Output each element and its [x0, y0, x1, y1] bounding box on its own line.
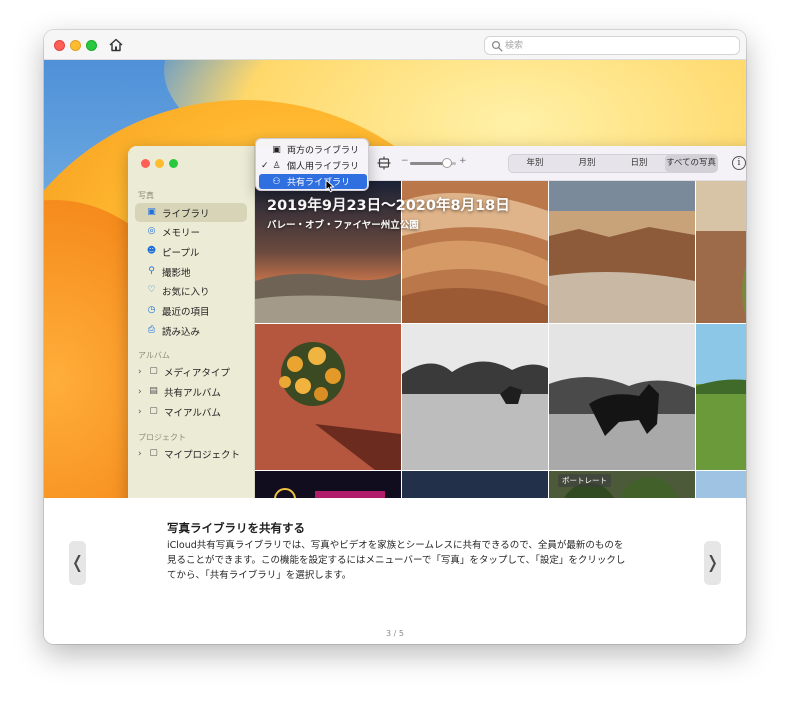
- tips-window: 写真 ▣ ライブラリ ◎ メモリー ☻ ピープル ⚲ 撮影地: [44, 30, 746, 644]
- zoom-slider[interactable]: [410, 158, 456, 168]
- tip-illustration: 写真 ▣ ライブラリ ◎ メモリー ☻ ピープル ⚲ 撮影地 ♡ お気に入り ◷…: [44, 60, 746, 498]
- sidebar-item-places[interactable]: ⚲ 撮影地: [135, 262, 247, 281]
- both-libraries-icon: ▣: [272, 144, 281, 155]
- segment-years[interactable]: 年別: [509, 155, 561, 172]
- minimize-window-button[interactable]: [70, 40, 81, 51]
- search-icon: [491, 40, 503, 52]
- menu-item-label: 共有ライブラリ: [287, 178, 351, 188]
- photos-sidebar: 写真 ▣ ライブラリ ◎ メモリー ☻ ピープル ⚲ 撮影地 ♡ お気に入り ◷…: [128, 146, 255, 498]
- photos-minimize-button[interactable]: [155, 159, 164, 168]
- tip-description: iCloud共有写真ライブラリでは、写真やビデオを家族とシームレスに共有できるの…: [167, 540, 626, 581]
- photo-thumbnail[interactable]: [696, 471, 746, 498]
- sidebar-item-recents[interactable]: ◷ 最近の項目: [135, 301, 247, 320]
- view-segmented-control: 年別 月別 日別 すべての写真: [508, 154, 718, 173]
- segment-all-photos[interactable]: すべての写真: [665, 155, 717, 172]
- zoom-slider-thumb[interactable]: [441, 158, 452, 168]
- sidebar-item-memories[interactable]: ◎ メモリー: [135, 222, 247, 241]
- sidebar-item-label: ライブラリ: [162, 208, 210, 220]
- portrait-badge: ポートレート: [558, 474, 611, 487]
- shared-people-icon: ⚇: [272, 176, 281, 187]
- places-icon: ⚲: [148, 266, 155, 276]
- menu-item-both-libraries[interactable]: ▣ 両方のライブラリ: [259, 142, 367, 157]
- shared-album-icon: ▤: [149, 386, 158, 396]
- moment-date-range: 2019年9月23日〜2020年8月18日: [267, 198, 510, 214]
- zoom-in-icon[interactable]: +: [459, 156, 467, 166]
- previous-tip-button[interactable]: ❬: [69, 541, 86, 585]
- photo-thumbnail[interactable]: [402, 324, 548, 470]
- chevron-right-icon[interactable]: ›: [138, 407, 146, 417]
- menu-item-shared-library[interactable]: ⚇ 共有ライブラリ: [259, 174, 367, 189]
- photo-thumbnail[interactable]: [549, 324, 695, 470]
- zoom-out-icon[interactable]: −: [401, 156, 409, 166]
- photos-zoom-button[interactable]: [169, 159, 178, 168]
- photo-thumbnail[interactable]: [255, 324, 401, 470]
- library-popup-menu: ▣ 両方のライブラリ ✓ ♙ 個人用ライブラリ ⚇ 共有ライブラリ: [255, 138, 369, 191]
- photos-close-button[interactable]: [141, 159, 150, 168]
- sidebar-section-albums: アルバム: [138, 351, 170, 360]
- sidebar-item-label: メモリー: [162, 227, 201, 239]
- menu-item-label: 個人用ライブラリ: [287, 162, 360, 172]
- search-input[interactable]: [505, 38, 735, 53]
- sidebar-item-label: お気に入り: [162, 286, 210, 298]
- sidebar-item-label: マイアルバム: [164, 407, 221, 419]
- sidebar-item-label: マイプロジェクト: [164, 449, 241, 461]
- sidebar-section-projects: プロジェクト: [138, 433, 186, 442]
- tip-info-panel: ❬ 写真ライブラリを共有する iCloud共有写真ライブラリでは、写真やビデオを…: [44, 498, 746, 644]
- adjust-icon[interactable]: [377, 156, 391, 170]
- home-icon[interactable]: [108, 37, 124, 53]
- chevron-right-icon[interactable]: ›: [138, 449, 146, 459]
- mouse-pointer-icon: [325, 179, 335, 193]
- menu-item-personal-library[interactable]: ✓ ♙ 個人用ライブラリ: [259, 158, 367, 173]
- close-window-button[interactable]: [54, 40, 65, 51]
- sidebar-item-label: 最近の項目: [162, 306, 210, 318]
- next-tip-button[interactable]: ❭: [704, 541, 721, 585]
- chevron-right-icon[interactable]: ›: [138, 387, 146, 397]
- chevron-right-icon[interactable]: ›: [138, 367, 146, 377]
- info-icon[interactable]: i: [732, 156, 746, 170]
- sidebar-section-photos: 写真: [138, 191, 154, 200]
- page-indicator: 3 / 5: [386, 629, 404, 638]
- title-bar: [44, 30, 746, 60]
- sidebar-item-label: 撮影地: [162, 267, 191, 279]
- checkmark-icon: ✓: [261, 160, 269, 171]
- photo-library-icon: ▣: [147, 207, 156, 217]
- photo-thumbnail[interactable]: [402, 471, 548, 498]
- sidebar-item-label: 読み込み: [162, 326, 201, 338]
- sidebar-item-label: 共有アルバム: [164, 387, 221, 399]
- sidebar-item-my-albums[interactable]: › ▢ マイアルバム: [135, 402, 247, 421]
- clock-icon: ◷: [147, 305, 156, 315]
- people-icon: ☻: [146, 246, 157, 256]
- photo-thumbnail[interactable]: [549, 181, 695, 323]
- folder-icon: ▢: [149, 406, 158, 416]
- search-field[interactable]: [484, 36, 740, 55]
- sidebar-item-shared-albums[interactable]: › ▤ 共有アルバム: [135, 382, 247, 401]
- photos-app-window: 写真 ▣ ライブラリ ◎ メモリー ☻ ピープル ⚲ 撮影地 ♡ お気に入り ◷…: [128, 146, 746, 498]
- moment-location: バレー・オブ・ファイヤー州立公園: [267, 220, 419, 231]
- sidebar-item-favorites[interactable]: ♡ お気に入り: [135, 281, 247, 300]
- folder-icon: ▢: [149, 448, 158, 458]
- folder-icon: ▢: [149, 366, 158, 376]
- photo-thumbnail[interactable]: [696, 181, 746, 323]
- sidebar-item-label: ピープル: [162, 247, 200, 259]
- person-icon: ♙: [272, 160, 281, 171]
- menu-item-label: 両方のライブラリ: [287, 146, 360, 156]
- sidebar-item-people[interactable]: ☻ ピープル: [135, 242, 247, 261]
- heart-icon: ♡: [147, 285, 156, 295]
- memories-icon: ◎: [147, 226, 156, 236]
- import-icon: ⎙: [147, 325, 156, 335]
- photo-thumbnail[interactable]: [696, 324, 746, 470]
- sidebar-item-library[interactable]: ▣ ライブラリ: [135, 203, 247, 222]
- tip-title: 写真ライブラリを共有する: [167, 521, 305, 535]
- sidebar-item-label: メディアタイプ: [164, 367, 230, 379]
- sidebar-item-my-projects[interactable]: › ▢ マイプロジェクト: [135, 444, 247, 463]
- segment-months[interactable]: 月別: [561, 155, 613, 172]
- segment-days[interactable]: 日別: [613, 155, 665, 172]
- sidebar-item-imports[interactable]: ⎙ 読み込み: [135, 321, 247, 340]
- photo-thumbnail[interactable]: [255, 471, 401, 498]
- sidebar-item-media-types[interactable]: › ▢ メディアタイプ: [135, 362, 247, 381]
- zoom-window-button[interactable]: [86, 40, 97, 51]
